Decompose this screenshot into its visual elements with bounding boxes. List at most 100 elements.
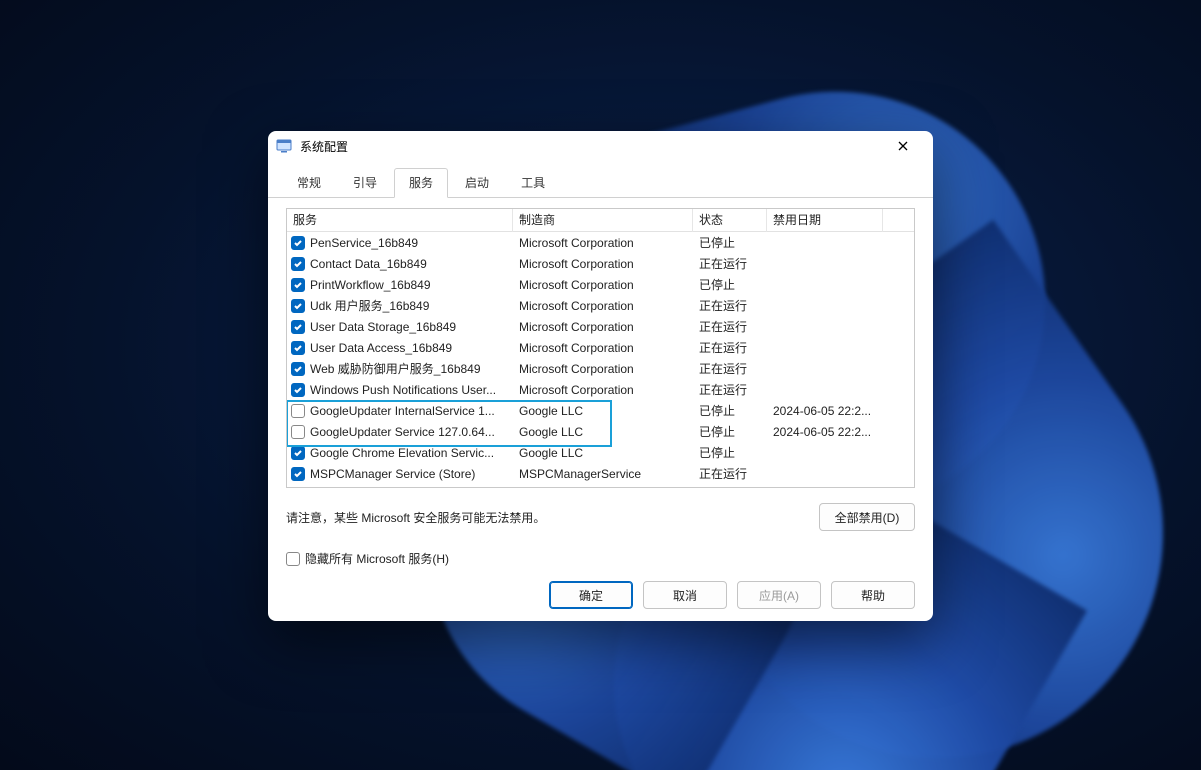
dialog-footer: 确定 取消 应用(A) 帮助 (268, 567, 933, 625)
service-checkbox[interactable] (291, 236, 305, 250)
tab-strip: 常规 引导 服务 启动 工具 (268, 167, 933, 198)
check-icon (293, 259, 303, 269)
service-name: Windows Push Notifications User... (310, 383, 496, 397)
table-header: 服务 制造商 状态 禁用日期 (287, 209, 914, 232)
check-icon (293, 280, 303, 290)
service-manufacturer: Microsoft Corporation (513, 299, 693, 313)
hide-microsoft-label: 隐藏所有 Microsoft 服务(H) (305, 550, 449, 567)
service-manufacturer: Microsoft Corporation (513, 278, 693, 292)
table-row[interactable]: PenService_16b849Microsoft Corporation已停… (287, 232, 914, 253)
table-row[interactable]: Web 威胁防御用户服务_16b849Microsoft Corporation… (287, 358, 914, 379)
tab-label: 启动 (465, 176, 489, 190)
service-checkbox[interactable] (291, 404, 305, 418)
service-disable-date: 2024-06-05 22:2... (767, 404, 883, 418)
disable-all-button[interactable]: 全部禁用(D) (819, 503, 915, 531)
service-manufacturer: Microsoft Corporation (513, 362, 693, 376)
button-label: 取消 (673, 587, 697, 604)
msconfig-window: 系统配置 常规 引导 服务 启动 工具 服务 制造商 状态 禁用日期 PenSe… (268, 131, 933, 621)
service-manufacturer: Microsoft Corporation (513, 320, 693, 334)
service-status: 已停止 (693, 234, 767, 251)
service-name: User Data Access_16b849 (310, 341, 452, 355)
service-status: 正在运行 (693, 255, 767, 272)
service-checkbox[interactable] (291, 278, 305, 292)
service-checkbox[interactable] (291, 425, 305, 439)
table-row[interactable]: Windows Push Notifications User... Micros… (287, 379, 914, 400)
col-service[interactable]: 服务 (287, 209, 513, 232)
service-name: Google Chrome Elevation Servic... (310, 446, 494, 460)
service-name: Contact Data_16b849 (310, 257, 427, 271)
service-status: 已停止 (693, 423, 767, 440)
service-name: MSPCManager Service (Store) (310, 467, 475, 481)
table-row[interactable]: Google Chrome Elevation Servic... Google … (287, 442, 914, 463)
tab-content: 服务 制造商 状态 禁用日期 PenService_16b849Microsof… (268, 198, 933, 567)
service-checkbox[interactable] (291, 341, 305, 355)
service-checkbox[interactable] (291, 467, 305, 481)
apply-button[interactable]: 应用(A) (737, 581, 821, 609)
table-row[interactable]: GoogleUpdater InternalService 1... Google… (287, 400, 914, 421)
service-status: 正在运行 (693, 381, 767, 398)
col-status[interactable]: 状态 (693, 209, 767, 232)
check-icon (293, 343, 303, 353)
service-checkbox[interactable] (291, 362, 305, 376)
tab-boot[interactable]: 引导 (338, 168, 392, 198)
hide-microsoft-row: 隐藏所有 Microsoft 服务(H) (286, 550, 915, 567)
check-icon (293, 238, 303, 248)
table-row[interactable]: User Data Storage_16b849Microsoft Corpor… (287, 316, 914, 337)
table-row[interactable]: User Data Access_16b849 Microsoft Corpora… (287, 337, 914, 358)
service-manufacturer: Microsoft Corporation (513, 257, 693, 271)
note-text: 请注意，某些 Microsoft 安全服务可能无法禁用。 (286, 509, 545, 526)
window-title: 系统配置 (300, 138, 348, 155)
table-rows: PenService_16b849Microsoft Corporation已停… (287, 232, 914, 484)
service-manufacturer: Microsoft Corporation (513, 341, 693, 355)
tab-label: 工具 (521, 176, 545, 190)
service-manufacturer: MSPCManagerService (513, 467, 693, 481)
check-icon (293, 385, 303, 395)
titlebar[interactable]: 系统配置 (268, 131, 933, 161)
col-manufacturer[interactable]: 制造商 (513, 209, 693, 232)
service-manufacturer: Google LLC (513, 446, 693, 460)
close-icon (898, 141, 908, 151)
tab-tools[interactable]: 工具 (506, 168, 560, 198)
button-label: 应用(A) (759, 587, 799, 604)
service-name: GoogleUpdater InternalService 1... (310, 404, 495, 418)
hide-microsoft-checkbox[interactable] (286, 552, 300, 566)
table-row[interactable]: Contact Data_16b849 Microsoft Corporation… (287, 253, 914, 274)
table-row[interactable]: PrintWorkflow_16b849 Microsoft Corporatio… (287, 274, 914, 295)
check-icon (293, 364, 303, 374)
tab-services[interactable]: 服务 (394, 168, 448, 198)
check-icon (293, 469, 303, 479)
service-manufacturer: Microsoft Corporation (513, 383, 693, 397)
tab-label: 服务 (409, 176, 433, 190)
service-name: Udk 用户服务_16b849 (310, 297, 429, 314)
redacted-area (629, 500, 809, 534)
service-manufacturer: Google LLC (513, 404, 693, 418)
service-checkbox[interactable] (291, 320, 305, 334)
service-checkbox[interactable] (291, 383, 305, 397)
ok-button[interactable]: 确定 (549, 581, 633, 609)
service-checkbox[interactable] (291, 299, 305, 313)
service-status: 正在运行 (693, 318, 767, 335)
service-checkbox[interactable] (291, 446, 305, 460)
check-icon (293, 322, 303, 332)
service-manufacturer: Google LLC (513, 425, 693, 439)
service-name: PrintWorkflow_16b849 (310, 278, 431, 292)
check-icon (293, 301, 303, 311)
tab-label: 常规 (297, 176, 321, 190)
service-checkbox[interactable] (291, 257, 305, 271)
tab-general[interactable]: 常规 (282, 168, 336, 198)
close-button[interactable] (881, 131, 925, 161)
cancel-button[interactable]: 取消 (643, 581, 727, 609)
service-name: PenService_16b849 (310, 236, 418, 250)
table-row[interactable]: GoogleUpdater Service 127.0.64... Google … (287, 421, 914, 442)
service-name: GoogleUpdater Service 127.0.64... (310, 425, 495, 439)
desktop-background: 系统配置 常规 引导 服务 启动 工具 服务 制造商 状态 禁用日期 PenSe… (0, 0, 1201, 770)
col-disable-date[interactable]: 禁用日期 (767, 209, 883, 232)
service-status: 正在运行 (693, 360, 767, 377)
table-row[interactable]: Udk 用户服务_16b849Microsoft Corporation正在运行 (287, 295, 914, 316)
help-button[interactable]: 帮助 (831, 581, 915, 609)
service-disable-date: 2024-06-05 22:2... (767, 425, 883, 439)
table-row[interactable]: MSPCManager Service (Store) MSPCManagerSe… (287, 463, 914, 484)
tab-startup[interactable]: 启动 (450, 168, 504, 198)
tab-label: 引导 (353, 176, 377, 190)
button-label: 确定 (579, 587, 603, 604)
